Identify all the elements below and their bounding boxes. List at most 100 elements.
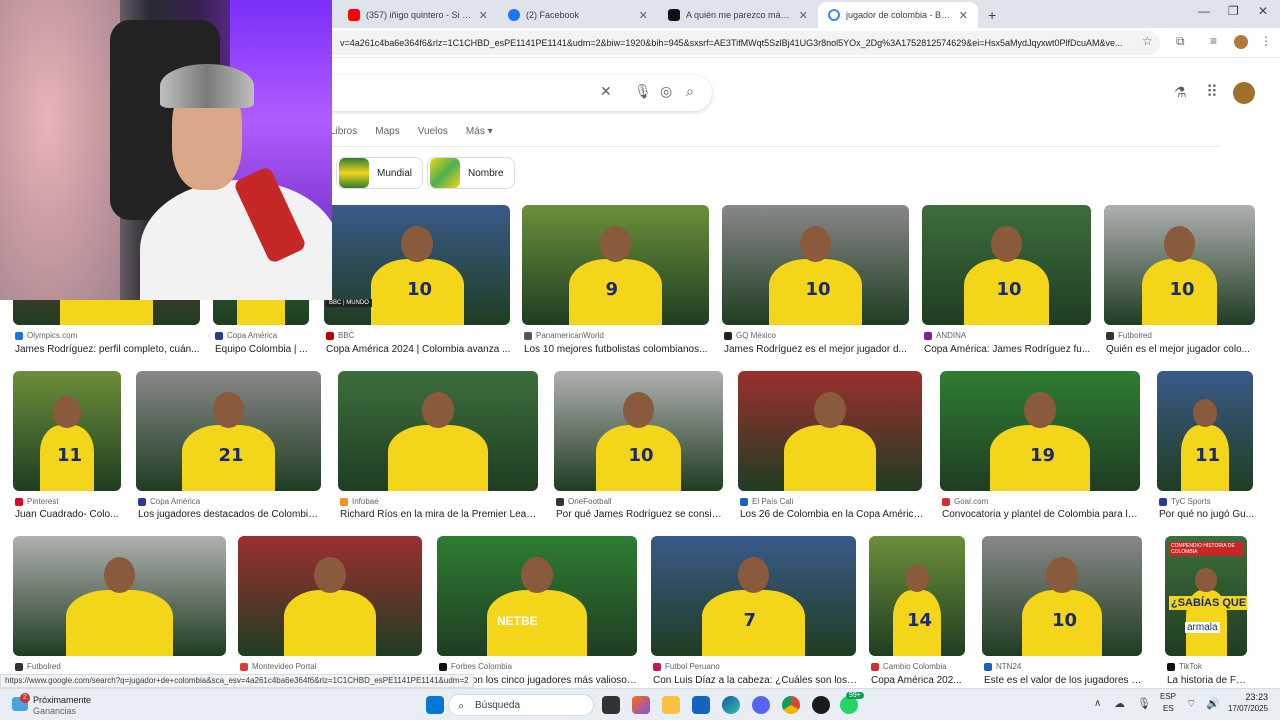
result-source[interactable]: Forbes Colombia [439,662,512,671]
image-result-card[interactable]: 10 GQ México James Rodríguez es el mejor j… [722,205,909,358]
result-source[interactable]: NTN24 [984,662,1021,671]
image-result-card[interactable]: 7 Futbol Peruano Con Luis Díaz a la cabeza… [651,536,858,689]
microphone-icon[interactable]: 🎙 [634,83,652,100]
result-title[interactable]: Este es el valor de los jugadores d... [984,675,1144,686]
result-thumbnail[interactable]: 11 [13,371,121,491]
result-title[interactable]: Copa América: James Rodríguez fu... [924,344,1093,355]
result-title[interactable]: Los 26 de Colombia en la Copa América... [740,509,924,520]
result-source[interactable]: Pinterest [15,497,59,506]
tab-tiktok[interactable]: A quién me parezco más: Un ar ✕ [658,2,818,28]
menu-icon[interactable]: ⋮ [1260,34,1272,48]
result-title[interactable]: Por qué no jugó Gu... [1159,509,1255,520]
wifi-icon[interactable]: ⌔ [1186,697,1196,711]
obs-icon[interactable] [812,696,830,714]
image-result-card[interactable]: FutbolredAsí fue el partido de Jhon Aria… [13,536,226,689]
media-icon[interactable]: ≡ [1210,34,1217,48]
cloud-icon[interactable]: ☁ [1114,697,1125,710]
result-thumbnail[interactable]: 14 [869,536,965,656]
result-thumbnail[interactable] [338,371,538,491]
result-title[interactable]: Juan Cuadrado- Colo... [15,509,123,520]
image-result-card[interactable]: 10 BBC | MUNDO BBC Copa América 2024 | Colo… [324,205,510,358]
result-thumbnail[interactable]: 10 [722,205,909,325]
result-thumbnail[interactable]: 21 [136,371,321,491]
image-result-card[interactable]: 10 OneFootball Por qué James Rodríguez se … [554,371,725,523]
nav-vuelos[interactable]: Vuelos [418,126,448,142]
search-input[interactable]: ✕ 🎙 ◎ ⌕ [300,75,712,111]
image-result-card[interactable]: Infobae Richard Ríos en la mira de la Pre… [338,371,540,523]
result-title[interactable]: Equipo Colombia | ... [215,344,311,355]
image-result-card[interactable]: 10 NTN24 Este es el valor de los jugadores… [982,536,1144,689]
window-close-icon[interactable]: ✕ [1258,4,1268,18]
result-title[interactable]: Los 10 mejores futbolistas colombianos..… [524,344,711,355]
edge-icon[interactable] [722,696,740,714]
result-source[interactable]: Goal.com [942,497,988,506]
result-thumbnail[interactable] [13,536,226,656]
close-icon[interactable]: ✕ [799,9,808,22]
image-result-card[interactable]: Montevideo PortalCopa América: ¿Dónde ju… [238,536,422,689]
result-thumbnail[interactable]: NETBE [437,536,637,656]
result-title[interactable]: Convocatoria y plantel de Colombia para … [942,509,1142,520]
image-result-card[interactable]: 11 TyC Sports Por qué no jugó Gu... [1157,371,1255,523]
image-result-card[interactable]: El País Cali Los 26 de Colombia en la Cop… [738,371,924,523]
image-result-card[interactable]: 9 PanamericanWorld Los 10 mejores futbolis… [522,205,709,358]
result-title[interactable]: Con Luis Díaz a la cabeza: ¿Cuáles son l… [653,675,858,686]
close-icon[interactable]: ✕ [959,9,968,22]
result-title[interactable]: James Rodríguez: perfil completo, cuán..… [15,344,202,355]
chrome-icon[interactable] [782,696,800,714]
result-source[interactable]: Copa América [215,331,277,340]
result-source[interactable]: Futbolred [1106,331,1152,340]
result-source[interactable]: BBC [326,331,354,340]
widget-title[interactable]: Próximamente [33,695,91,705]
image-result-card[interactable]: 11 Pinterest Juan Cuadrado- Colo... [13,371,121,523]
tab-facebook[interactable]: (2) Facebook ✕ [498,2,658,28]
chip-nombre[interactable]: Nombre [427,157,515,189]
image-result-card[interactable]: NETBE Forbes Colombia Estos son los cinco … [437,536,639,689]
chip-mundial[interactable]: Mundial [336,157,424,189]
result-source[interactable]: PanamericanWorld [524,331,604,340]
result-thumbnail[interactable]: 11 [1157,371,1253,491]
search-icon[interactable]: ⌕ [686,83,694,100]
result-thumbnail[interactable]: 10 [922,205,1091,325]
tab-google-search[interactable]: jugador de colombia - Buscar c ✕ [818,2,978,28]
labs-icon[interactable]: ⚗ [1174,84,1187,101]
result-title[interactable]: La historia de Faus... [1167,675,1249,686]
address-bar[interactable]: v=4a261c4ba6e364f6&rlz=1C1CHBD_esPE1141P… [300,31,1160,55]
store-icon[interactable] [692,696,710,714]
result-title[interactable]: James Rodríguez es el mejor jugador d... [724,344,911,355]
result-source[interactable]: Olympics.com [15,331,77,340]
result-source[interactable]: El País Cali [740,497,793,506]
image-result-card[interactable]: 14 Cambio Colombia Copa América 202... [869,536,965,689]
result-source[interactable]: Futbol Peruano [653,662,720,671]
image-result-card[interactable]: 10 Futbolred Quién es el mejor jugador col… [1104,205,1255,358]
file-explorer-icon[interactable] [662,696,680,714]
minimize-icon[interactable]: — [1198,4,1210,18]
tray-chevron-icon[interactable]: ∧ [1094,698,1101,709]
new-tab-button[interactable]: + [978,2,1002,28]
language-indicator[interactable]: ESP [1160,692,1176,701]
clear-icon[interactable]: ✕ [600,83,612,100]
image-result-card[interactable]: 10 ANDINA Copa América: James Rodríguez fu… [922,205,1091,358]
result-source[interactable]: Infobae [340,497,379,506]
result-title[interactable]: Copa América 2024 | Colombia avanza ... [326,344,512,355]
result-title[interactable]: Copa América 202... [871,675,967,686]
task-view-icon[interactable] [602,696,620,714]
result-title[interactable]: Por qué James Rodríguez se consid... [556,509,725,520]
result-source[interactable]: OneFootball [556,497,612,506]
result-title[interactable]: Los jugadores destacados de Colombia ... [138,509,323,520]
microphone-tray-icon[interactable]: 🎙 [1137,697,1151,710]
result-source[interactable]: ANDINA [924,331,966,340]
result-source[interactable]: Copa América [138,497,200,506]
image-result-card[interactable]: 19 Goal.com Convocatoria y plantel de Colo… [940,371,1142,523]
apps-grid-icon[interactable]: ⠿ [1206,82,1218,102]
result-thumbnail[interactable]: 10 [1104,205,1255,325]
result-thumbnail[interactable]: 10 [982,536,1142,656]
restore-icon[interactable]: ❐ [1228,4,1239,18]
clock-time[interactable]: 23:23 [1224,692,1268,702]
close-icon[interactable]: ✕ [479,9,488,22]
result-source[interactable]: GQ México [724,331,776,340]
result-thumbnail[interactable]: 7 [651,536,856,656]
result-thumbnail[interactable] [238,536,422,656]
image-result-card[interactable]: ¿SABÍAS QUE? COMPENDIO HISTORIA DE COLOMB… [1165,536,1249,689]
result-title[interactable]: Quién es el mejor jugador colo... [1106,344,1257,355]
result-source[interactable]: Montevideo Portal [240,662,316,671]
